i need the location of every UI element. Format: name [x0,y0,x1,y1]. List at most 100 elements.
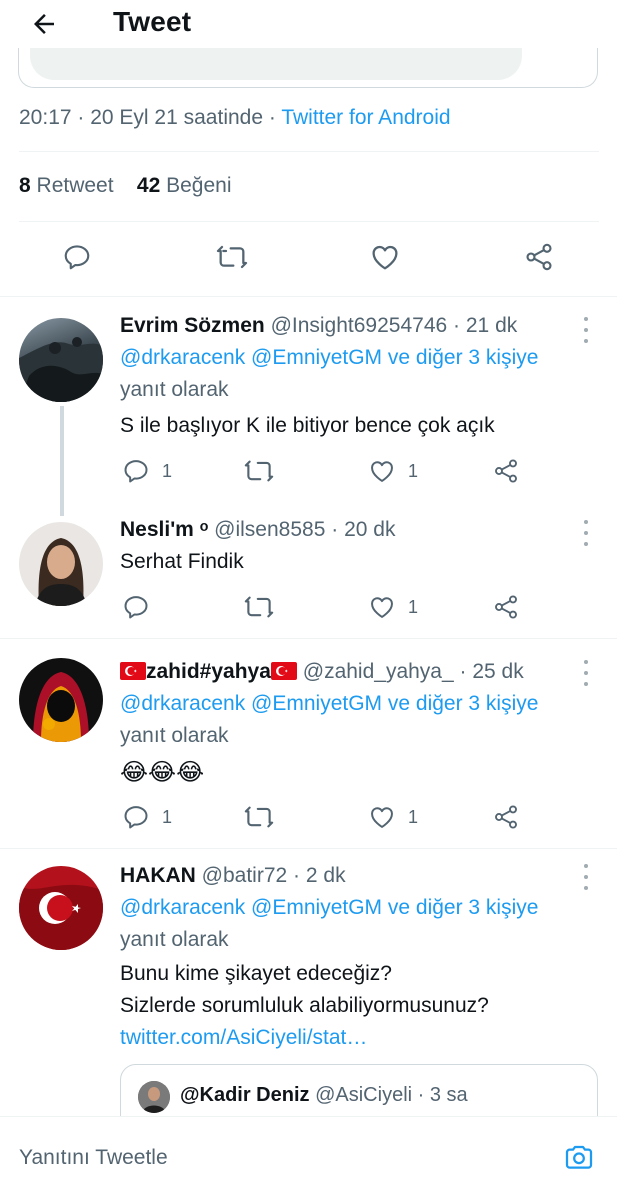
author-handle[interactable]: @batir72 [202,864,288,887]
reply-button[interactable]: 1 [122,456,172,486]
quoted-author-name: @Kadir Deniz [180,1084,310,1106]
retweet-icon [244,806,274,828]
turkey-flag-icon [120,662,146,680]
tweet-timestamp: 20:17 · 20 Eyl 21 saatinde · Twitter for… [19,106,451,129]
retweet-icon [244,460,274,482]
back-button[interactable] [26,6,62,42]
more-button[interactable] [580,317,592,343]
share-button[interactable] [492,802,520,832]
like-icon [372,245,398,270]
like-button[interactable]: 1 [368,456,418,486]
reply-text: Serhat Findik [120,550,244,573]
reply-icon [64,245,90,270]
like-button[interactable]: 1 [368,592,418,622]
retweet-icon [244,596,274,618]
share-button[interactable] [492,592,520,622]
reply-header: Nesli'm ᵒ @ilsen8585 · 20 dk [120,518,396,541]
divider [19,151,599,152]
reply-icon [124,460,148,483]
like-icon [371,461,393,482]
share-button[interactable] [492,456,520,486]
quoted-age: 3 sa [429,1084,468,1106]
quoted-tweet-header: @Kadir Deniz @AsiCiyeli · 3 sa [180,1084,468,1106]
reply-mentions[interactable]: @drkaracenk @EmniyetGM ve diğer 3 kişiye [120,346,538,370]
more-icon [584,317,588,321]
reply-input[interactable]: Yanıtını Tweetle [19,1146,168,1170]
author-handle[interactable]: @Insight69254746 [271,314,448,337]
tweet-source-link[interactable]: Twitter for Android [281,106,450,129]
camera-button[interactable] [560,1140,598,1174]
avatar[interactable] [19,522,103,606]
avatar-photo [138,1081,170,1113]
like-stat[interactable]: 42 Beğeni [137,174,232,197]
share-icon [526,243,552,271]
retweet-button[interactable] [244,456,274,486]
share-icon [495,805,517,829]
share-icon [495,459,517,483]
reply-text-line: Sizlerde sorumluluk alabiliyormusunuz? [120,994,489,1017]
more-button[interactable] [580,864,592,890]
tweet-date: 20 Eyl 21 saatinde [90,106,264,129]
tweet-time: 20:17 [19,106,72,129]
like-button[interactable] [368,240,402,274]
like-count: 42 [136,174,161,197]
reply-button[interactable] [60,240,94,274]
avatar-photo [19,884,103,950]
reply-header: Evrim Sözmen @Insight69254746 · 21 dk [120,314,518,337]
author-name[interactable]: Nesli'm ᵒ [120,518,208,541]
reply-header: zahid#yahya @zahid_yahya_ · 25 dk [120,660,524,684]
author-name[interactable]: HAKAN [120,864,196,887]
more-icon [584,520,588,524]
camera-icon [565,1145,593,1169]
retweet-stat[interactable]: 8 Retweet [19,174,114,197]
avatar[interactable] [19,318,103,402]
like-icon [371,597,393,618]
avatar [138,1081,170,1113]
avatar-photo [35,538,87,606]
avatar[interactable] [19,658,103,742]
reply-count: 1 [162,460,173,481]
author-handle[interactable]: @zahid_yahya_ [303,660,454,683]
reply-icon [124,596,148,619]
like-count: 1 [408,806,419,827]
more-icon [584,660,588,664]
reply-button[interactable] [122,592,150,622]
quoted-author-handle: @AsiCiyeli [315,1084,413,1106]
author-name[interactable]: zahid#yahya [146,660,271,683]
divider [0,848,617,849]
reply-to-label: yanıt olarak [120,724,229,747]
reply-text-line: Bunu kime şikayet edeceğiz? [120,962,392,985]
avatar[interactable] [19,866,103,950]
divider [0,296,617,297]
avatar-photo [33,672,89,742]
page-title: Tweet [113,6,192,37]
share-icon [495,595,517,619]
more-button[interactable] [580,660,592,686]
reply-mentions[interactable]: @drkaracenk @EmniyetGM ve diğer 3 kişiye [120,692,538,716]
reply-mentions[interactable]: @drkaracenk @EmniyetGM ve diğer 3 kişiye [120,896,538,920]
top-bar: Tweet [0,0,617,50]
divider [0,638,617,639]
tweet-stats: 8 Retweet 42 Beğeni [19,174,232,198]
like-count: 1 [408,460,419,481]
author-handle[interactable]: @ilsen8585 [214,518,325,541]
reply-to-label: yanıt olarak [120,928,229,951]
divider [19,221,599,222]
reply-to-label: yanıt olarak [120,378,229,401]
reply-age: 21 dk [465,314,518,337]
author-name[interactable]: Evrim Sözmen [120,314,265,337]
reply-age: 20 dk [344,518,396,541]
retweet-button[interactable] [215,240,249,274]
reply-count: 1 [162,806,173,827]
more-button[interactable] [580,520,592,546]
retweet-button[interactable] [244,802,274,832]
like-label: Beğeni [166,174,232,197]
reply-button[interactable]: 1 [122,802,172,832]
thread-line [60,406,64,516]
share-button[interactable] [522,240,556,274]
like-icon [371,807,393,828]
retweet-button[interactable] [244,592,274,622]
reply-icon [124,806,148,829]
reply-link[interactable]: twitter.com/AsiCiyeli/stat… [120,1026,367,1050]
like-button[interactable]: 1 [368,802,418,832]
